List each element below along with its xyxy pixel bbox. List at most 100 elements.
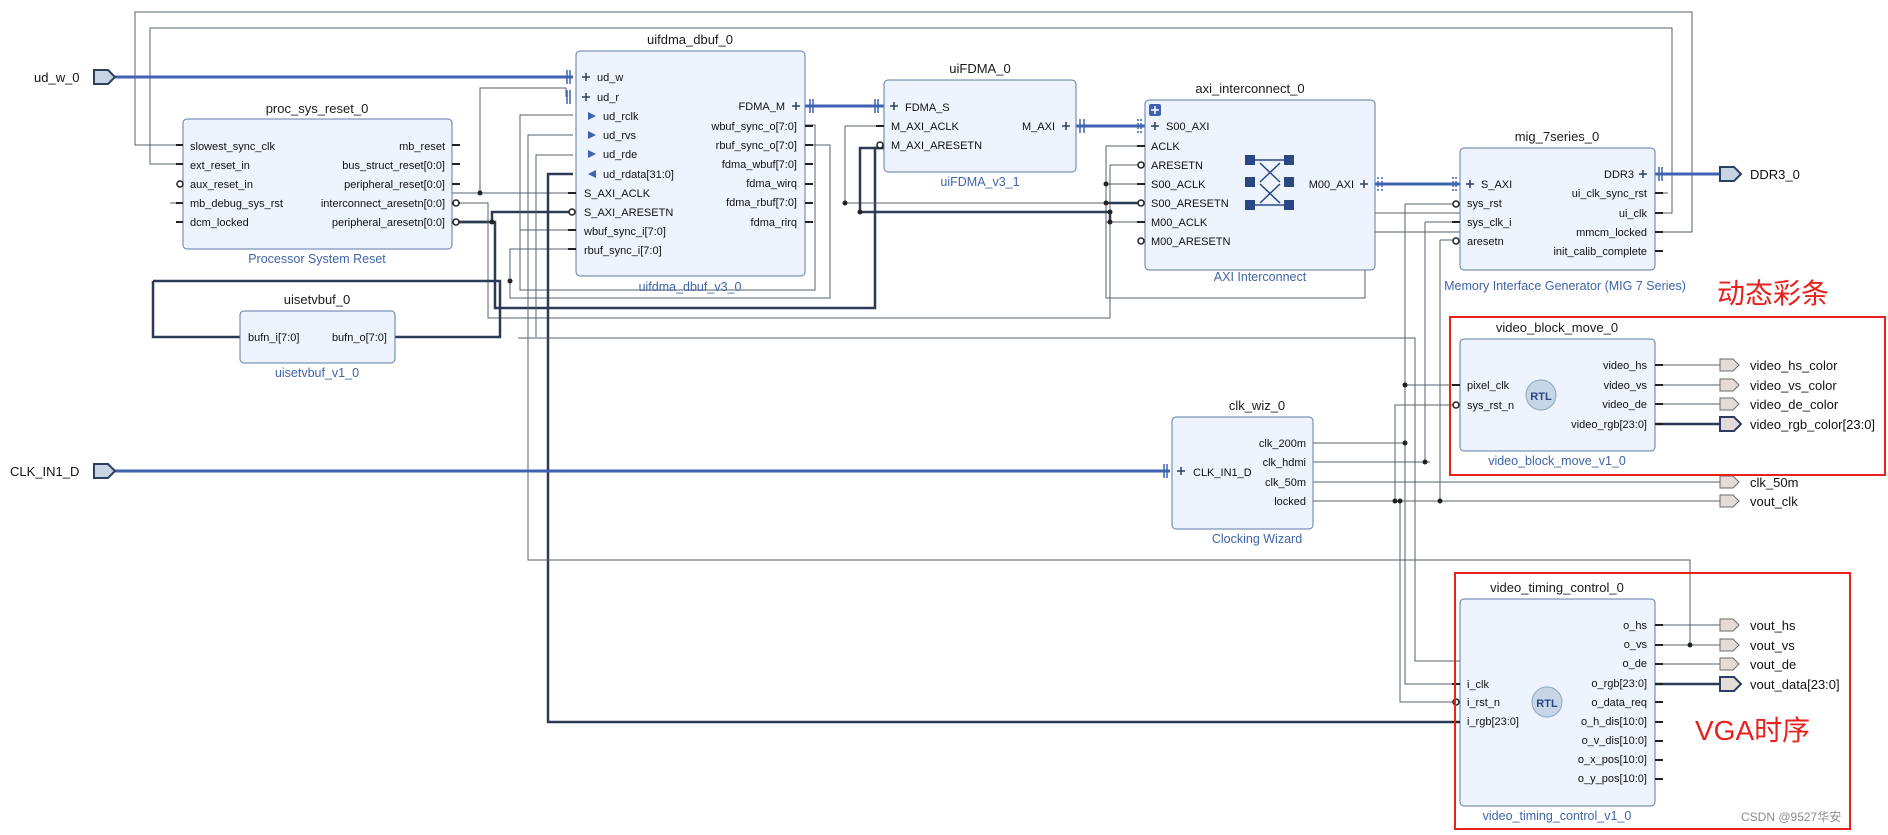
block-title: axi_interconnect_0: [1195, 81, 1304, 96]
ext-label: vout_data[23:0]: [1750, 677, 1840, 692]
pin-label: CLK_IN1_D: [1193, 467, 1252, 479]
pin-label: video_de: [1602, 399, 1647, 411]
ext-port-vout-de[interactable]: vout_de: [1719, 657, 1796, 672]
input-port-icon: [93, 463, 117, 479]
ext-port-vout-clk[interactable]: vout_clk: [1719, 494, 1798, 509]
pin-label: ud_w: [597, 72, 623, 84]
block-uifdma[interactable]: uiFDMA_0 FDMA_S M_AXI_ACLK M_AXI_ARESETN…: [874, 61, 1085, 189]
ext-label-ddr3: DDR3_0: [1750, 167, 1800, 182]
pin-label: sys_rst: [1467, 198, 1502, 210]
ext-port-ddr3[interactable]: DDR3_0: [1719, 166, 1800, 182]
ext-port-video-de-color[interactable]: video_de_color: [1719, 397, 1839, 412]
output-port-icon: [1719, 166, 1743, 182]
pin-label: aresetn: [1467, 236, 1504, 248]
block-uifdma-dbuf[interactable]: uifdma_dbuf_0 ud_w ud_r ud_rclk ud_rvs u…: [566, 32, 814, 294]
pin-label: slowest_sync_clk: [190, 141, 275, 153]
block-title: clk_wiz_0: [1229, 398, 1285, 413]
block-title: uiFDMA_0: [949, 61, 1010, 76]
pin-label: FDMA_M: [739, 101, 785, 113]
pin-label: mb_reset: [399, 141, 445, 153]
block-axi-interconnect[interactable]: axi_interconnect_0 S00_AXI ACLK ARESETN …: [1137, 81, 1383, 284]
block-proc-sys-reset[interactable]: proc_sys_reset_0 slowest_sync_clk ext_re…: [176, 101, 460, 266]
pin-label: M_AXI_ACLK: [891, 121, 960, 133]
block-mig-7series[interactable]: mig_7series_0 S_AXI sys_rst sys_clk_i ar…: [1444, 129, 1686, 293]
ext-label: vout_clk: [1750, 494, 1798, 509]
ext-port-ud-w[interactable]: ud_w_0: [34, 69, 117, 85]
pin-label: i_clk: [1467, 679, 1490, 691]
pin-stubs: [1137, 145, 1145, 223]
pin-label: rbuf_sync_i[7:0]: [584, 245, 662, 257]
pin-label: interconnect_aresetn[0:0]: [321, 198, 445, 210]
output-port-icon: [1719, 618, 1740, 632]
ext-port-vout-data[interactable]: vout_data[23:0]: [1719, 676, 1840, 692]
output-port-icon: [1719, 676, 1743, 692]
block-video-timing-control[interactable]: video_timing_control_0 i_clk i_rst_n i_r…: [1452, 580, 1663, 823]
ext-port-vout-vs[interactable]: vout_vs: [1719, 638, 1795, 653]
block-subtitle: uiFDMA_v3_1: [940, 175, 1019, 189]
output-port-icon: [1719, 416, 1743, 432]
block-title: uisetvbuf_0: [284, 292, 351, 307]
pin-label: i_rgb[23:0]: [1467, 716, 1519, 728]
ext-port-vout-hs[interactable]: vout_hs: [1719, 618, 1796, 633]
ext-label: video_hs_color: [1750, 358, 1838, 373]
block-clk-wiz[interactable]: clk_wiz_0 CLK_IN1_D clk_200m clk_hdmi cl…: [1163, 398, 1314, 546]
pin-label: o_de: [1623, 658, 1647, 670]
pin-label: fdma_wbuf[7:0]: [722, 159, 797, 171]
pin-label: clk_hdmi: [1263, 457, 1306, 469]
pin-label: locked: [1274, 496, 1306, 508]
pin-label: clk_50m: [1265, 477, 1306, 489]
ext-label: video_vs_color: [1750, 378, 1837, 393]
block-design-canvas[interactable]: ud_w_0 CLK_IN1_D DDR3_0 video_hs_color v…: [0, 0, 1888, 835]
ext-port-video-rgb-color[interactable]: video_rgb_color[23:0]: [1719, 416, 1875, 432]
pin-label: o_h_dis[10:0]: [1581, 716, 1647, 728]
ext-label-clk-in: CLK_IN1_D: [10, 464, 79, 479]
block-title: proc_sys_reset_0: [266, 101, 369, 116]
ext-port-video-vs-color[interactable]: video_vs_color: [1719, 378, 1837, 393]
pin-label: mmcm_locked: [1576, 227, 1647, 239]
inverted-pin-icon: [1137, 199, 1145, 207]
pin-label: S_AXI: [1481, 179, 1512, 191]
inverted-pin-icon: [176, 180, 184, 188]
block-title: video_block_move_0: [1496, 320, 1618, 335]
block-title: mig_7series_0: [1515, 129, 1600, 144]
block-subtitle: Processor System Reset: [248, 252, 386, 266]
ext-label: vout_de: [1750, 657, 1796, 672]
ext-label: vout_hs: [1750, 618, 1796, 633]
block-uisetvbuf[interactable]: uisetvbuf_0 bufn_i[7:0] bufn_o[7:0] uise…: [239, 292, 396, 380]
output-port-icon: [1719, 378, 1740, 392]
pin-label: o_x_pos[10:0]: [1578, 754, 1647, 766]
inverted-pin-icon: [1452, 200, 1460, 208]
ext-port-clk-50m[interactable]: clk_50m: [1719, 475, 1798, 490]
pin-label: M_AXI_ARESETN: [891, 140, 982, 152]
output-port-icon: [1719, 358, 1740, 372]
pin-label: ud_rclk: [603, 111, 639, 123]
ext-port-clk-in[interactable]: CLK_IN1_D: [10, 463, 117, 479]
pin-label: o_v_dis[10:0]: [1582, 735, 1647, 747]
pin-label: M00_ACLK: [1151, 217, 1208, 229]
pin-label: init_calib_complete: [1553, 246, 1647, 258]
pin-label: DDR3: [1604, 169, 1634, 181]
block-video-block-move[interactable]: video_block_move_0 pixel_clk sys_rst_n v…: [1452, 320, 1663, 468]
ext-port-video-hs-color[interactable]: video_hs_color: [1719, 358, 1838, 373]
block-subtitle: Memory Interface Generator (MIG 7 Series…: [1444, 279, 1686, 293]
pin-label: S_AXI_ARESETN: [584, 207, 673, 219]
inverted-pin-icon: [1137, 237, 1145, 245]
pin-label: video_vs: [1604, 380, 1648, 392]
block-subtitle: AXI Interconnect: [1214, 270, 1307, 284]
pin-label: S00_ARESETN: [1151, 198, 1229, 210]
pin-label: dcm_locked: [190, 217, 249, 229]
ext-label: video_rgb_color[23:0]: [1750, 417, 1875, 432]
pin-label: fdma_rirq: [751, 217, 797, 229]
output-port-icon: [1719, 475, 1740, 489]
block-title: video_timing_control_0: [1490, 580, 1624, 595]
inverted-pin-icon: [568, 208, 576, 216]
block-subtitle: uisetvbuf_v1_0: [275, 366, 359, 380]
pin-label: ud_rvs: [603, 130, 637, 142]
pin-label: i_rst_n: [1467, 697, 1500, 709]
ext-label: video_de_color: [1750, 397, 1839, 412]
pin-label: S00_AXI: [1166, 121, 1209, 133]
pin-label: clk_200m: [1259, 438, 1306, 450]
pin-label: rbuf_sync_o[7:0]: [716, 140, 797, 152]
pin-label: S_AXI_ACLK: [584, 188, 651, 200]
block-subtitle: video_block_move_v1_0: [1488, 454, 1626, 468]
